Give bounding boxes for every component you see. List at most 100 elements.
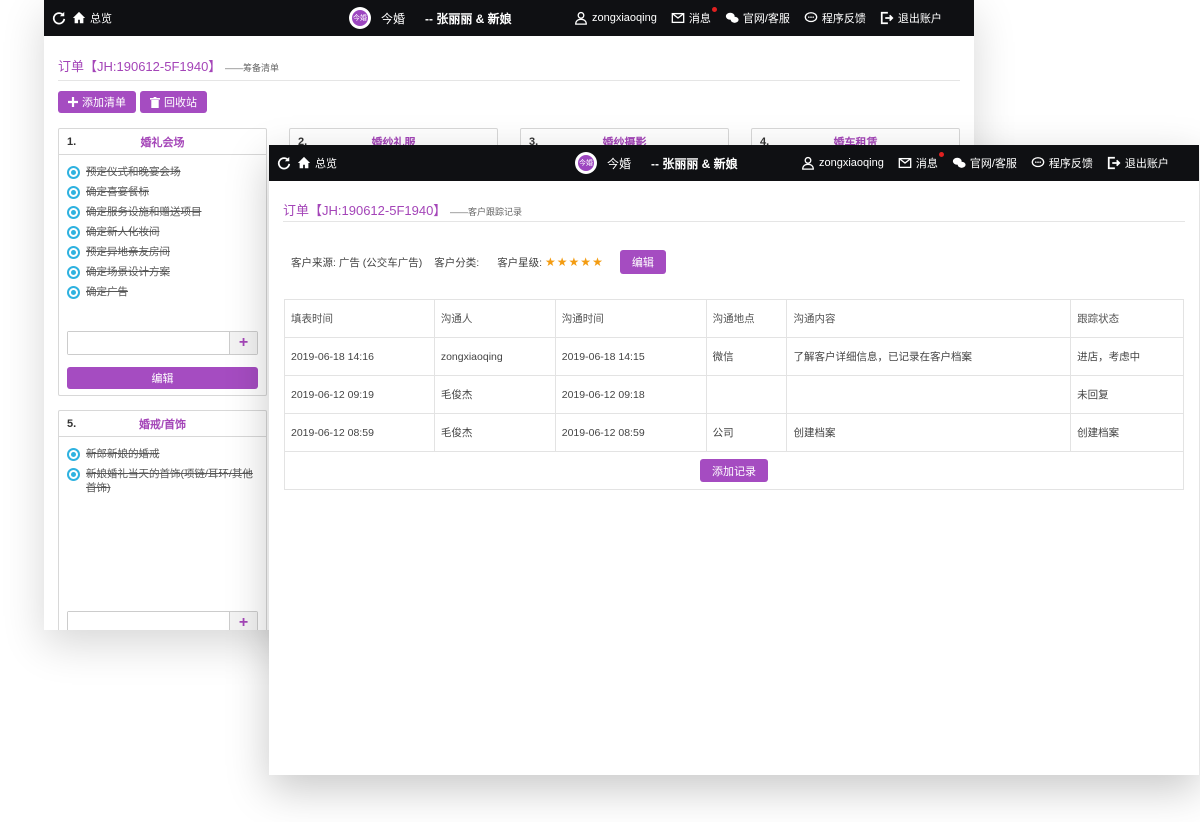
table-cell: 2019-06-12 09:19 bbox=[284, 375, 435, 414]
task-item[interactable]: 预定异地亲友房间 bbox=[67, 245, 258, 259]
feedback-label: 程序反馈 bbox=[1048, 158, 1093, 170]
customer-info-bar: 客户来源: 广告 (公交车广告) 客户分类: 客户星级: ★★★★★ 编辑 bbox=[291, 250, 666, 274]
logout-link[interactable]: 退出账户 bbox=[1107, 155, 1169, 171]
table-cell: 进店，考虑中 bbox=[1070, 337, 1184, 376]
card-number: 1. bbox=[67, 135, 77, 148]
edit-card-button[interactable]: 编辑 bbox=[67, 367, 258, 389]
task-item[interactable]: 确定喜宴餐标 bbox=[67, 185, 258, 199]
table-cell bbox=[786, 375, 1072, 414]
table-cell: zongxiaoqing bbox=[433, 337, 556, 376]
table-cell: 未回复 bbox=[1070, 375, 1184, 414]
column-header: 沟通地点 bbox=[705, 299, 788, 338]
checklist-card: 5. 婚戒/首饰 新郎新娘的婚戒 新娘婚礼当天的首饰(项链/耳环/其他首饰) + bbox=[58, 410, 267, 630]
service-link[interactable]: 官网/客服 bbox=[725, 10, 790, 26]
feedback-link[interactable]: 程序反馈 bbox=[1031, 155, 1093, 171]
brand-logo: 今婚 bbox=[349, 7, 371, 29]
radio-check-icon[interactable] bbox=[67, 448, 80, 461]
task-item[interactable]: 新郎新娘的婚戒 bbox=[67, 447, 258, 461]
chat-icon bbox=[952, 157, 966, 168]
refresh-button[interactable] bbox=[52, 11, 66, 25]
order-title: 订单【JH:190612-5F1940】 bbox=[58, 59, 222, 74]
brand-name: 今婚 bbox=[381, 11, 406, 26]
logout-icon bbox=[880, 11, 894, 25]
radio-check-icon[interactable] bbox=[67, 186, 80, 199]
brand-name: 今婚 bbox=[607, 156, 632, 171]
user-icon bbox=[802, 156, 814, 170]
couple-names: -- 张丽丽 & 新娘 bbox=[651, 156, 738, 171]
table-cell: 毛俊杰 bbox=[433, 413, 556, 452]
trash-icon bbox=[150, 96, 160, 108]
notification-dot bbox=[711, 7, 717, 12]
add-task-input[interactable] bbox=[68, 332, 229, 354]
category-label: 客户分类: bbox=[434, 256, 480, 269]
table-cell: 微信 bbox=[705, 337, 788, 376]
feedback-link[interactable]: 程序反馈 bbox=[804, 10, 866, 26]
radio-check-icon[interactable] bbox=[67, 286, 80, 299]
couple-names: -- 张丽丽 & 新娘 bbox=[425, 11, 512, 26]
logout-label: 退出账户 bbox=[1124, 158, 1169, 170]
card-title[interactable]: 婚戒/首饰 bbox=[59, 416, 266, 432]
logout-link[interactable]: 退出账户 bbox=[880, 10, 942, 26]
source-field: 客户来源: 广告 (公交车广告) bbox=[291, 256, 423, 269]
home-label: 总览 bbox=[90, 13, 112, 25]
table-cell bbox=[705, 375, 788, 414]
column-header: 填表时间 bbox=[284, 299, 435, 338]
messages-link[interactable]: 消息 bbox=[898, 152, 944, 171]
home-icon bbox=[297, 156, 311, 169]
column-header: 沟通时间 bbox=[554, 299, 707, 338]
table-row: 2019-06-12 09:19 毛俊杰 2019-06-12 09:18 未回… bbox=[284, 375, 1184, 414]
refresh-icon bbox=[52, 11, 66, 25]
star-rating: ★★★★★ bbox=[545, 254, 604, 269]
radio-check-icon[interactable] bbox=[67, 226, 80, 239]
service-link[interactable]: 官网/客服 bbox=[952, 155, 1017, 171]
user-menu[interactable]: zongxiaoqing bbox=[801, 156, 884, 170]
add-record-button[interactable]: 添加记录 bbox=[700, 459, 768, 482]
page-title: 订单【JH:190612-5F1940】 ——筹备清单 bbox=[58, 56, 279, 75]
table-cell: 2019-06-18 14:16 bbox=[284, 337, 435, 376]
tracking-records-table: 填表时间 沟通人 沟通时间 沟通地点 沟通内容 跟踪状态 2019-06-18 … bbox=[284, 299, 1184, 490]
home-link[interactable]: 总览 bbox=[72, 10, 112, 26]
radio-check-icon[interactable] bbox=[67, 266, 80, 279]
task-item[interactable]: 确定服务设施和赠送项目 bbox=[67, 205, 258, 219]
comment-icon bbox=[804, 12, 818, 23]
card-number: 5. bbox=[67, 417, 77, 430]
task-item[interactable]: 确定新人化妆间 bbox=[67, 225, 258, 239]
user-menu[interactable]: zongxiaoqing bbox=[574, 11, 657, 25]
notification-dot bbox=[938, 152, 944, 157]
plus-icon bbox=[68, 97, 78, 107]
task-list: 预定仪式和晚宴会场 确定喜宴餐标 确定服务设施和赠送项目 确定新人化妆间 预定异… bbox=[59, 155, 266, 309]
task-item[interactable]: 确定场景设计方案 bbox=[67, 265, 258, 279]
add-task-plus-button[interactable]: + bbox=[229, 612, 257, 630]
page-subtitle: ——筹备清单 bbox=[224, 63, 279, 73]
radio-check-icon[interactable] bbox=[67, 468, 80, 481]
task-item[interactable]: 预定仪式和晚宴会场 bbox=[67, 165, 258, 179]
task-item[interactable]: 新娘婚礼当天的首饰(项链/耳环/其他首饰) bbox=[67, 467, 258, 495]
home-icon bbox=[72, 11, 86, 24]
navbar-left: 总览 bbox=[277, 145, 337, 181]
table-row: 2019-06-12 08:59 毛俊杰 2019-06-12 08:59 公司… bbox=[284, 413, 1184, 452]
divider bbox=[283, 221, 1185, 222]
table-row: 2019-06-18 14:16 zongxiaoqing 2019-06-18… bbox=[284, 337, 1184, 376]
card-header: 1. 婚礼会场 bbox=[59, 129, 266, 155]
add-task-input[interactable] bbox=[68, 612, 229, 630]
home-link[interactable]: 总览 bbox=[297, 155, 337, 171]
table-cell: 创建档案 bbox=[1070, 413, 1184, 452]
card-title[interactable]: 婚礼会场 bbox=[59, 134, 266, 150]
refresh-icon bbox=[277, 156, 291, 170]
messages-link[interactable]: 消息 bbox=[671, 7, 717, 26]
add-task-plus-button[interactable]: + bbox=[229, 332, 257, 354]
radio-check-icon[interactable] bbox=[67, 246, 80, 259]
customer-tracking-window: 总览 今婚 今婚 -- 张丽丽 & 新娘 zongxiaoqing 消息 官网/… bbox=[269, 145, 1199, 775]
add-list-button[interactable]: 添加清单 bbox=[58, 91, 136, 113]
table-cell: 公司 bbox=[705, 413, 788, 452]
home-label: 总览 bbox=[315, 158, 337, 170]
recycle-bin-button[interactable]: 回收站 bbox=[140, 91, 207, 113]
radio-check-icon[interactable] bbox=[67, 206, 80, 219]
brand: 今婚 今婚 -- 张丽丽 & 新娘 bbox=[349, 0, 512, 36]
service-label: 官网/客服 bbox=[969, 158, 1017, 170]
edit-customer-button[interactable]: 编辑 bbox=[619, 250, 666, 274]
radio-check-icon[interactable] bbox=[67, 166, 80, 179]
task-item[interactable]: 确定广告 bbox=[67, 285, 258, 299]
refresh-button[interactable] bbox=[277, 156, 291, 170]
table-cell: 2019-06-12 08:59 bbox=[554, 413, 707, 452]
